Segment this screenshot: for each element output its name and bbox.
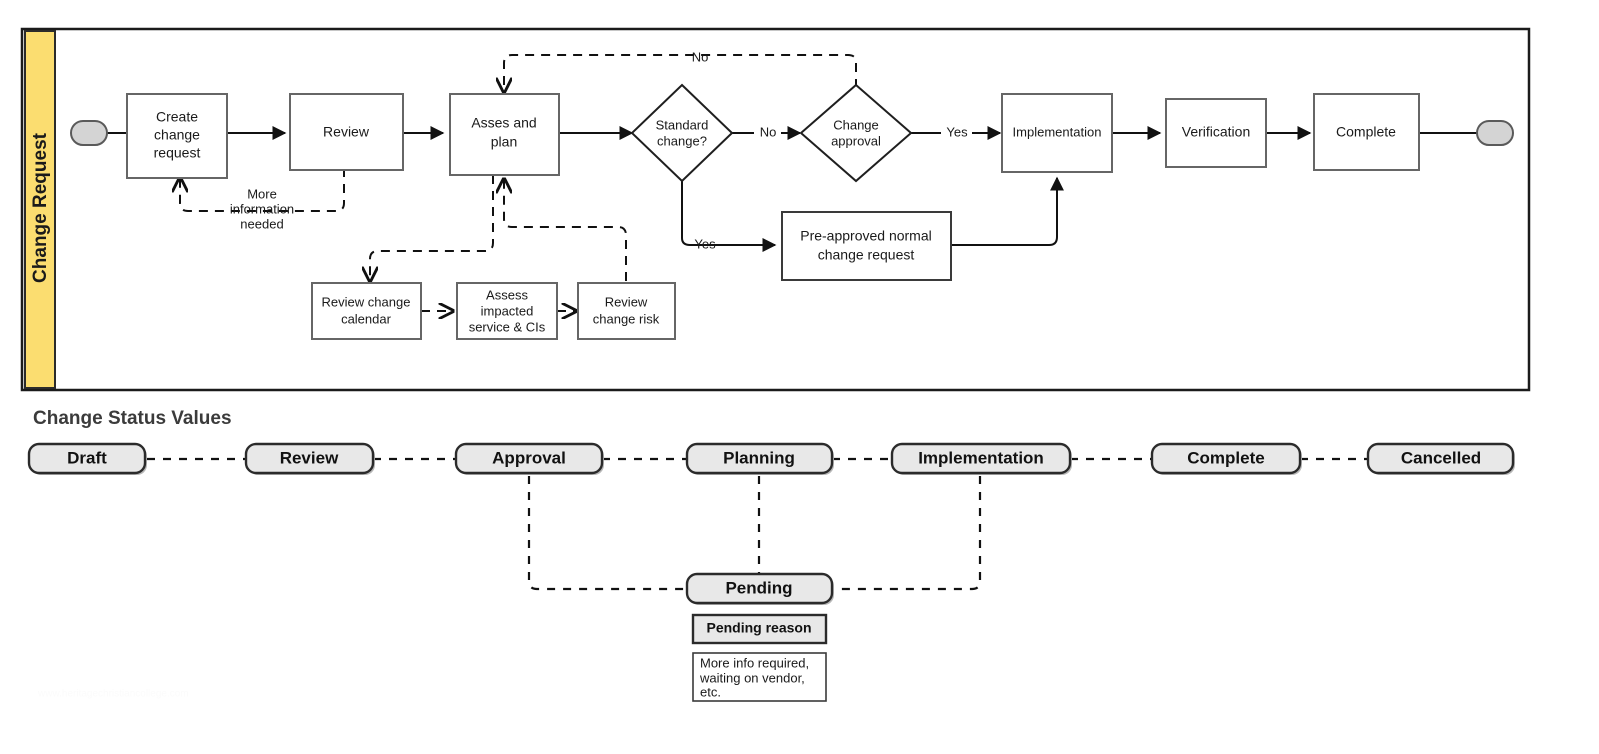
status-pill-label: Cancelled — [1401, 448, 1481, 467]
edge-label-standard-yes: Yes — [694, 236, 716, 251]
edge-label-standard-no: No — [760, 124, 777, 139]
connector-approval-pending — [527, 476, 687, 591]
node-asses-and-plan[interactable]: Asses and plan — [449, 93, 560, 176]
svg-text:More: More — [247, 186, 277, 201]
node-label: change — [154, 127, 200, 143]
node-review[interactable]: Review — [289, 93, 404, 171]
node-label: Complete — [1336, 124, 1396, 140]
edge-assess-reviewcal — [370, 175, 494, 281]
node-change-approval-decision[interactable]: Change approval — [799, 83, 913, 183]
edge-label-approval-yes: Yes — [946, 124, 968, 139]
svg-text:information: information — [230, 201, 294, 216]
swimlane-label: Change Request — [30, 132, 51, 283]
node-label: change risk — [593, 311, 660, 326]
status-pill-label: Approval — [492, 448, 566, 467]
status-pill-label: Planning — [723, 448, 795, 467]
status-pill-connectors — [147, 457, 1368, 591]
node-pre-approved-normal-change-request[interactable]: Pre-approved normal change request — [781, 211, 952, 281]
node-label: Verification — [1182, 124, 1250, 140]
diagram-root: Change Request No No Yes Yes More inform… — [0, 0, 1599, 754]
edge-label-no-top: No — [692, 49, 709, 64]
node-label: Review change — [322, 294, 411, 309]
status-pill-cancelled[interactable]: Cancelled — [1366, 442, 1515, 475]
edge-label-more-info: More information needed — [230, 186, 294, 231]
svg-text:needed: needed — [240, 216, 283, 231]
status-pill-planning[interactable]: Planning — [685, 442, 834, 475]
edge-standard-yes — [681, 181, 777, 252]
node-label: Implementation — [1013, 124, 1102, 139]
pending-reason-box[interactable]: Pending reason — [691, 613, 828, 645]
node-label: Review — [323, 124, 370, 140]
pending-reason-example-line: waiting on vendor, — [699, 670, 805, 685]
status-pill-implementation[interactable]: Implementation — [890, 442, 1072, 475]
connector-implementation-pending — [832, 476, 982, 591]
pending-reason-label: Pending reason — [706, 620, 811, 636]
node-assess-impacted-service-and-cis[interactable]: Assess impacted service & CIs — [456, 282, 558, 340]
node-create-change-request[interactable]: Create change request — [126, 93, 228, 179]
status-section-title: Change Status Values — [33, 408, 232, 429]
flowchart-canvas: Change Request No No Yes Yes More inform… — [20, 27, 1531, 702]
node-complete[interactable]: Complete — [1313, 93, 1420, 171]
status-pill-label: Complete — [1187, 448, 1264, 467]
pending-reason-examples: More info required, waiting on vendor, e… — [692, 652, 827, 702]
status-pill-pending[interactable]: Pending — [685, 572, 834, 605]
status-pill-label: Draft — [67, 448, 107, 467]
node-label: request — [154, 145, 201, 161]
node-label: change? — [657, 133, 707, 148]
status-pill-label: Review — [280, 448, 339, 467]
node-implementation[interactable]: Implementation — [1001, 93, 1113, 173]
node-label: Standard — [656, 117, 709, 132]
status-pill-approval[interactable]: Approval — [454, 442, 604, 475]
end-terminator[interactable] — [1476, 120, 1514, 146]
node-label: calendar — [341, 311, 392, 326]
node-label: Asses and — [471, 115, 536, 131]
node-label: Create — [156, 109, 198, 125]
node-label: service & CIs — [469, 319, 546, 334]
node-label: Assess — [486, 287, 528, 302]
node-label: impacted — [481, 303, 534, 318]
node-review-change-risk[interactable]: Review change risk — [577, 282, 676, 340]
node-label: approval — [831, 133, 881, 148]
node-verification[interactable]: Verification — [1165, 98, 1267, 168]
node-label: Review — [605, 294, 648, 309]
node-review-change-calendar[interactable]: Review change calendar — [311, 282, 422, 340]
node-standard-change-decision[interactable]: Standard change? — [630, 83, 734, 183]
status-pill-review[interactable]: Review — [244, 442, 375, 475]
pending-reason-example-line: etc. — [700, 684, 721, 699]
edge-preapproved-implementation — [951, 176, 1064, 246]
status-pill-complete[interactable]: Complete — [1150, 442, 1302, 475]
status-pill-draft[interactable]: Draft — [27, 442, 147, 475]
status-pill-label: Implementation — [918, 448, 1044, 467]
node-label: Pre-approved normal — [800, 228, 932, 244]
start-terminator[interactable] — [70, 120, 108, 146]
edge-reviewrisk-assess — [504, 179, 627, 281]
status-pill-label: Pending — [725, 578, 792, 597]
node-label: plan — [491, 134, 517, 150]
watermark: www.heritagechristiancollege.com — [37, 689, 189, 700]
pending-reason-example-line: More info required, — [700, 655, 809, 670]
node-label: change request — [818, 247, 915, 263]
node-label: Change — [833, 117, 879, 132]
